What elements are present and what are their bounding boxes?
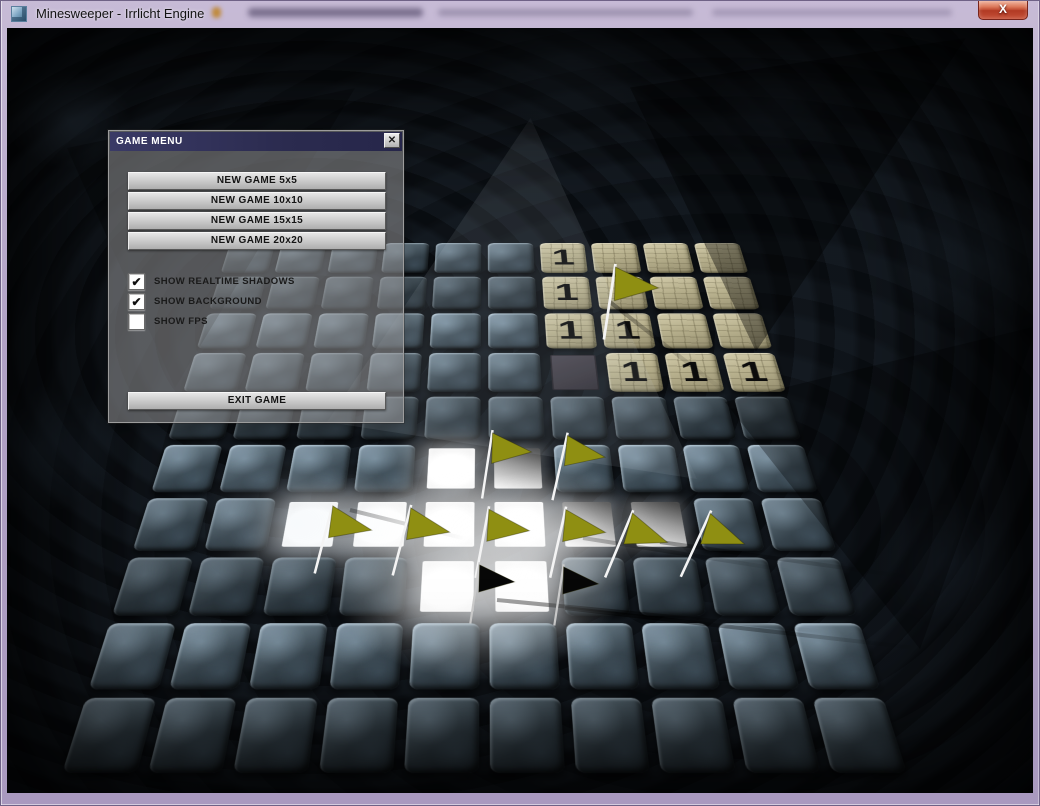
game-menu-titlebar[interactable]: GAME MENU bbox=[110, 132, 402, 151]
blurred-watermark bbox=[438, 9, 693, 16]
option-show-background[interactable]: ✔ SHOW BACKGROUND bbox=[128, 293, 262, 310]
blurred-watermark bbox=[712, 9, 952, 16]
new-game-button-15x15[interactable]: NEW GAME 15x15 bbox=[128, 212, 386, 230]
new-game-button-5x5[interactable]: NEW GAME 5x5 bbox=[128, 172, 386, 190]
app-window: 1111111 GAME MENU ✕ NEW GAME 5x5 NEW GAME… bbox=[0, 0, 1040, 806]
checkbox-checked-icon[interactable]: ✔ bbox=[128, 293, 145, 310]
checkbox-checked-icon[interactable]: ✔ bbox=[128, 273, 145, 290]
option-label: SHOW FPS bbox=[154, 316, 208, 327]
blurred-watermark bbox=[248, 8, 423, 17]
game-viewport: 1111111 GAME MENU ✕ NEW GAME 5x5 NEW GAME… bbox=[7, 28, 1033, 793]
window-close-button[interactable]: X bbox=[978, 0, 1028, 20]
option-label: SHOW BACKGROUND bbox=[154, 296, 262, 307]
exit-game-button[interactable]: EXIT GAME bbox=[128, 392, 386, 410]
option-show-realtime-shadows[interactable]: ✔ SHOW REALTIME SHADOWS bbox=[128, 273, 295, 290]
menu-close-button[interactable]: ✕ bbox=[384, 133, 400, 148]
new-game-button-10x10[interactable]: NEW GAME 10x10 bbox=[128, 192, 386, 210]
option-label: SHOW REALTIME SHADOWS bbox=[154, 276, 295, 287]
window-title: Minesweeper - Irrlicht Engine bbox=[36, 6, 204, 21]
window-titlebar[interactable]: Minesweeper - Irrlicht Engine X bbox=[0, 0, 1040, 28]
new-game-button-20x20[interactable]: NEW GAME 20x20 bbox=[128, 232, 386, 250]
option-show-fps[interactable]: SHOW FPS bbox=[128, 313, 208, 330]
app-icon bbox=[11, 6, 27, 22]
blurred-watermark bbox=[212, 7, 221, 18]
checkbox-unchecked-icon[interactable] bbox=[128, 313, 145, 330]
game-menu-panel: GAME MENU ✕ NEW GAME 5x5 NEW GAME 10x10 NE… bbox=[108, 130, 404, 423]
